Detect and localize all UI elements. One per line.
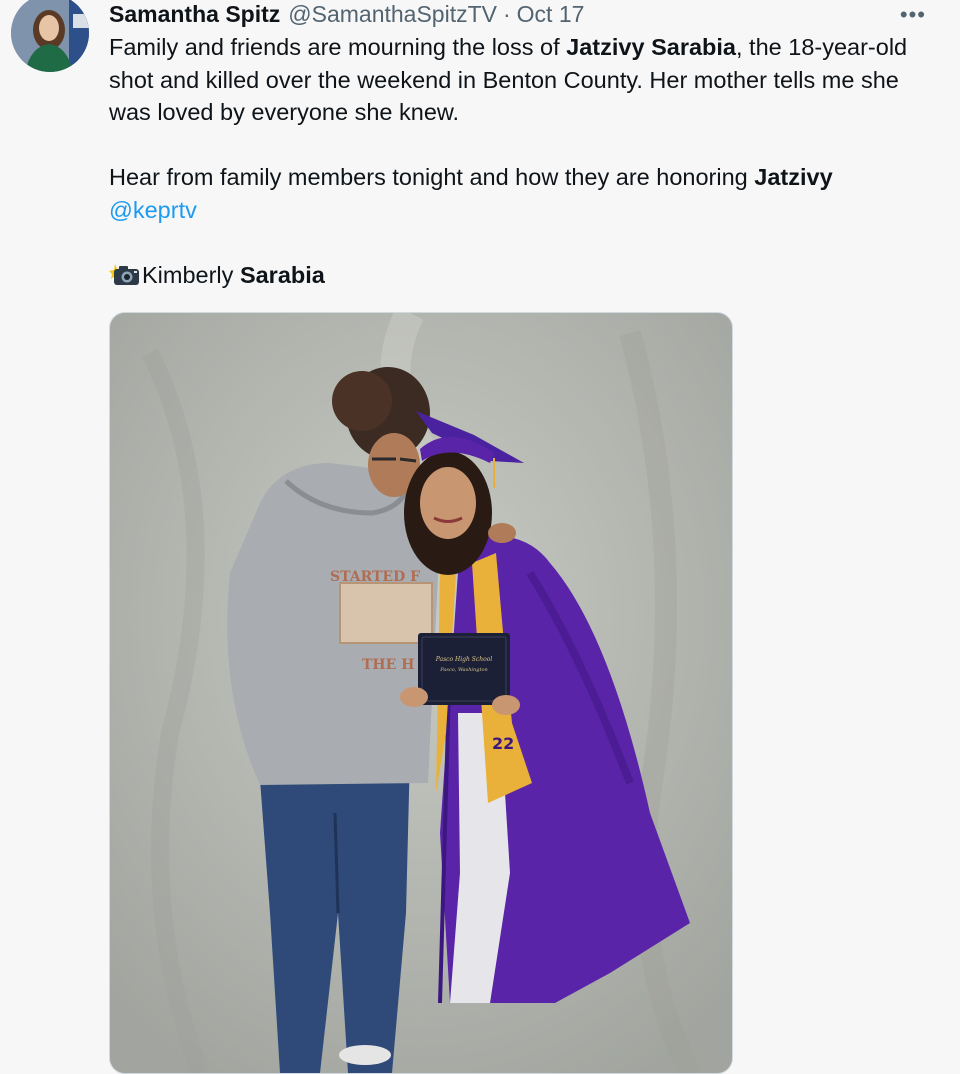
tweet-paragraph-1: Family and friends are mourning the loss… — [109, 31, 939, 129]
author-handle[interactable]: @SamanthaSpitzTV — [288, 1, 497, 28]
author-avatar[interactable] — [11, 0, 89, 72]
svg-text:Pasco High School: Pasco High School — [435, 656, 493, 663]
text-segment: Hear from family members tonight and how… — [109, 164, 755, 190]
diploma-school-name: Pasco High School — [435, 656, 493, 663]
tweet-date[interactable]: Oct 17 — [517, 1, 585, 28]
svg-text:Pasco, Washington: Pasco, Washington — [439, 667, 487, 673]
tweet-photo[interactable]: STARTED F THE H 22 Pasco High School Pas… — [109, 312, 733, 1074]
highlighted-name: Sarabia — [239, 261, 325, 288]
camera-flash-icon — [109, 262, 140, 286]
highlighted-name: Jatzivy Sarabia — [566, 34, 736, 60]
text-segment: Family and friends are mourning the loss… — [109, 34, 567, 60]
tweet-paragraph-3: Kimberly Sarabia — [109, 259, 939, 292]
svg-text:STARTED F: STARTED F — [330, 569, 420, 585]
author-name[interactable]: Samantha Spitz — [109, 1, 280, 28]
highlighted-name: Jatzivy — [754, 164, 833, 190]
tweet-paragraph-2: Hear from family members tonight and how… — [109, 161, 939, 226]
diploma-location: Pasco, Washington — [439, 667, 487, 673]
more-options-icon[interactable]: ••• — [900, 2, 926, 28]
hoodie-print-bottom: THE H — [362, 657, 414, 673]
graduation-photo: STARTED F THE H 22 Pasco High School Pas… — [110, 313, 732, 1073]
text-segment: Kimberly — [142, 261, 240, 288]
header-separator: · — [502, 0, 511, 27]
mention-link[interactable]: @keprtv — [109, 197, 197, 223]
tweet-body: Family and friends are mourning the loss… — [109, 31, 939, 291]
hoodie-print-top: STARTED F — [330, 569, 420, 585]
tweet-header: Samantha Spitz @SamanthaSpitzTV · Oct 17 — [109, 0, 930, 28]
svg-text:THE H: THE H — [362, 657, 414, 673]
svg-text:22: 22 — [492, 734, 514, 753]
stole-number: 22 — [492, 734, 514, 753]
avatar-photo — [11, 0, 89, 72]
